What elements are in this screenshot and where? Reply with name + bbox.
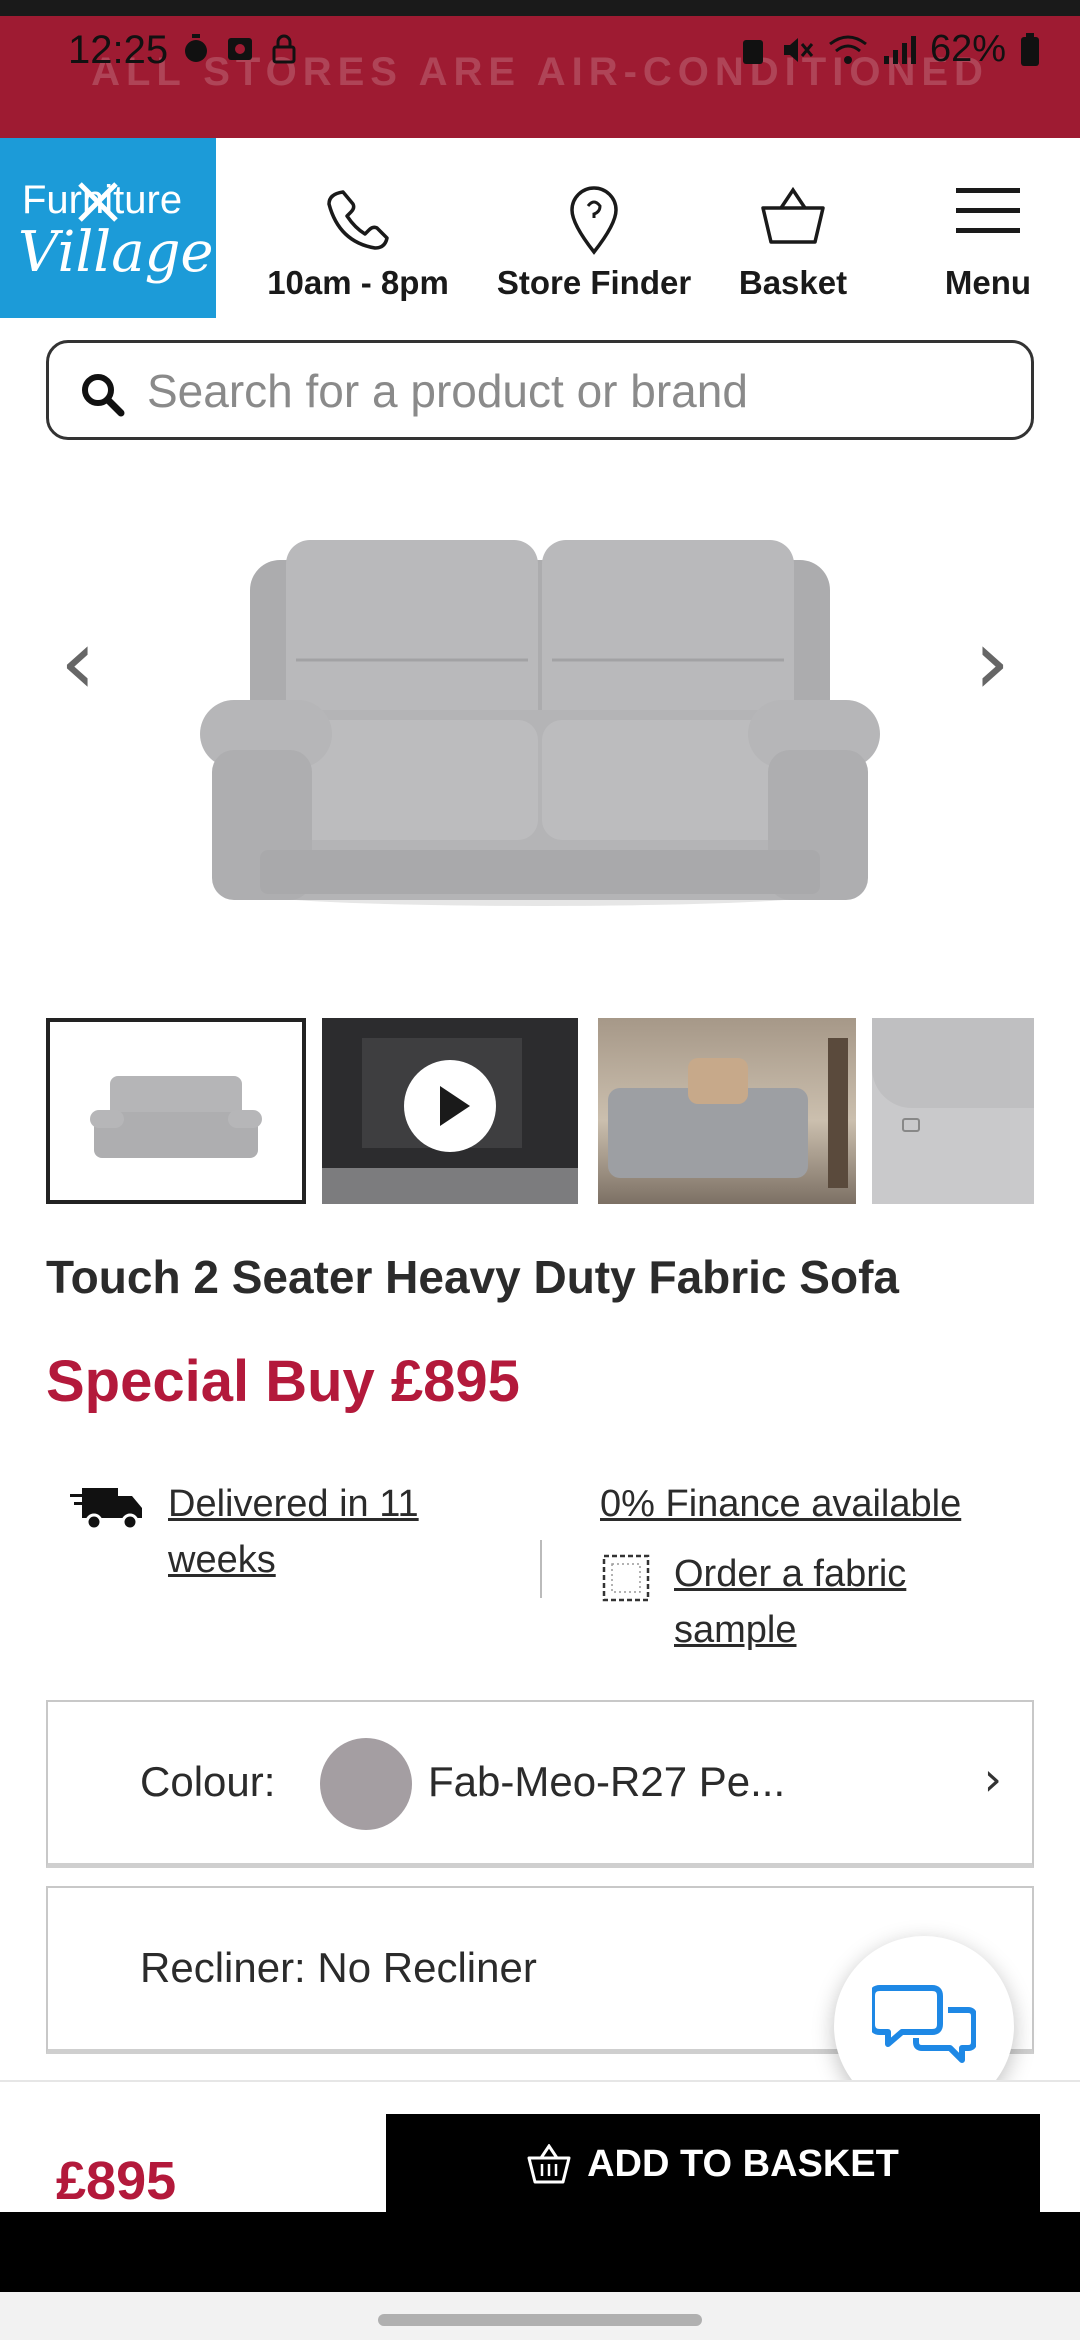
sofa-thumbnail-image <box>90 1076 262 1158</box>
sofa-image <box>200 540 880 906</box>
sticky-price: £895 <box>56 2151 177 2211</box>
wifi-icon <box>829 35 867 64</box>
fabric-line2: sample <box>674 1609 797 1651</box>
colour-value: Fab-Meo-R27 Pe... <box>428 1758 786 1805</box>
product-price: Special Buy £895 <box>46 1349 520 1414</box>
status-time: 12:25 <box>68 28 169 72</box>
thumbnail-room-scene[interactable] <box>598 1018 856 1204</box>
product-title: Touch 2 Seater Heavy Duty Fabric Sofa <box>46 1251 899 1303</box>
basket-icon <box>527 2144 571 2184</box>
finance-link[interactable]: 0% Finance available <box>600 1476 961 1532</box>
chevron-right-icon[interactable]: › <box>974 610 1010 715</box>
furniture-village-logo[interactable]: Furniture Village <box>0 138 216 318</box>
phone-icon <box>327 190 389 250</box>
menu-button[interactable]: Menu <box>920 138 1056 318</box>
delivery-line2: weeks <box>168 1539 276 1581</box>
store-finder-label: Store Finder <box>496 264 692 301</box>
chat-icon <box>872 1985 976 2063</box>
fabric-line1: Order a fabric <box>674 1553 907 1595</box>
location-pin-icon <box>570 186 618 255</box>
thumbnail-video[interactable] <box>322 1018 578 1204</box>
mute-icon <box>783 37 814 62</box>
alarm-icon <box>742 39 763 64</box>
thumbnail-sofa-front[interactable] <box>46 1018 306 1204</box>
search-input[interactable] <box>147 361 1007 421</box>
basket-link[interactable]: Basket <box>720 138 866 318</box>
fabric-sample-link[interactable]: Order a fabric sample <box>674 1546 1014 1658</box>
fabric-sample-icon <box>602 1554 650 1602</box>
timer-icon <box>182 34 210 64</box>
add-to-basket-button[interactable]: ADD TO BASKET <box>386 2114 1040 2214</box>
delivery-line1: Delivered in 11 <box>168 1483 419 1525</box>
basket-label: Basket <box>738 264 848 301</box>
status-bar: ALL STORES ARE AIR-CONDITIONED 12:25 62% <box>0 0 1080 138</box>
chevron-left-icon[interactable]: ‹ <box>60 610 96 715</box>
site-header: Furniture Village 10am - 8pm Store Finde… <box>0 138 1080 318</box>
add-to-basket-label: ADD TO BASKET <box>587 2142 899 2185</box>
chevron-right-icon: › <box>983 1752 1002 1806</box>
hours-label: 10am - 8pm <box>267 264 449 301</box>
lock-icon <box>270 34 298 64</box>
sticky-purchase-bar: £895 ADD TO BASKET <box>0 2080 1080 2214</box>
status-bar-top-strip <box>0 0 1080 16</box>
thumbnail-fabric-detail[interactable] <box>872 1018 1034 1204</box>
battery-percent: 62% <box>929 28 1006 70</box>
status-right: 62% <box>740 28 1040 71</box>
bottom-black-band <box>0 2212 1080 2292</box>
battery-icon <box>1021 32 1039 66</box>
menu-icon <box>956 188 1020 233</box>
truck-icon <box>70 1488 142 1530</box>
system-nav-bar <box>0 2292 1080 2340</box>
basket-icon <box>761 186 825 244</box>
photo-icon <box>226 34 254 64</box>
colour-label: Colour: <box>140 1758 276 1805</box>
opening-hours-link[interactable]: 10am - 8pm <box>246 138 470 318</box>
search-bar[interactable] <box>46 340 1034 440</box>
delivery-link[interactable]: Delivered in 11 weeks <box>168 1476 498 1588</box>
info-divider <box>540 1540 542 1598</box>
store-finder-link[interactable]: Store Finder <box>482 138 706 318</box>
home-gesture-bar[interactable] <box>378 2314 702 2326</box>
play-icon[interactable] <box>402 1058 498 1154</box>
product-image-carousel[interactable]: ‹ › <box>0 470 1080 990</box>
colour-selector[interactable]: Colour: Fab-Meo-R27 Pe... › <box>46 1700 1034 1868</box>
menu-label: Menu <box>944 264 1032 301</box>
status-notification-icons <box>182 34 298 64</box>
recliner-label: Recliner: No Recliner <box>140 1944 537 1991</box>
close-icon[interactable] <box>70 174 126 230</box>
search-icon <box>82 374 125 417</box>
colour-swatch <box>320 1738 412 1830</box>
signal-icon <box>883 35 916 64</box>
